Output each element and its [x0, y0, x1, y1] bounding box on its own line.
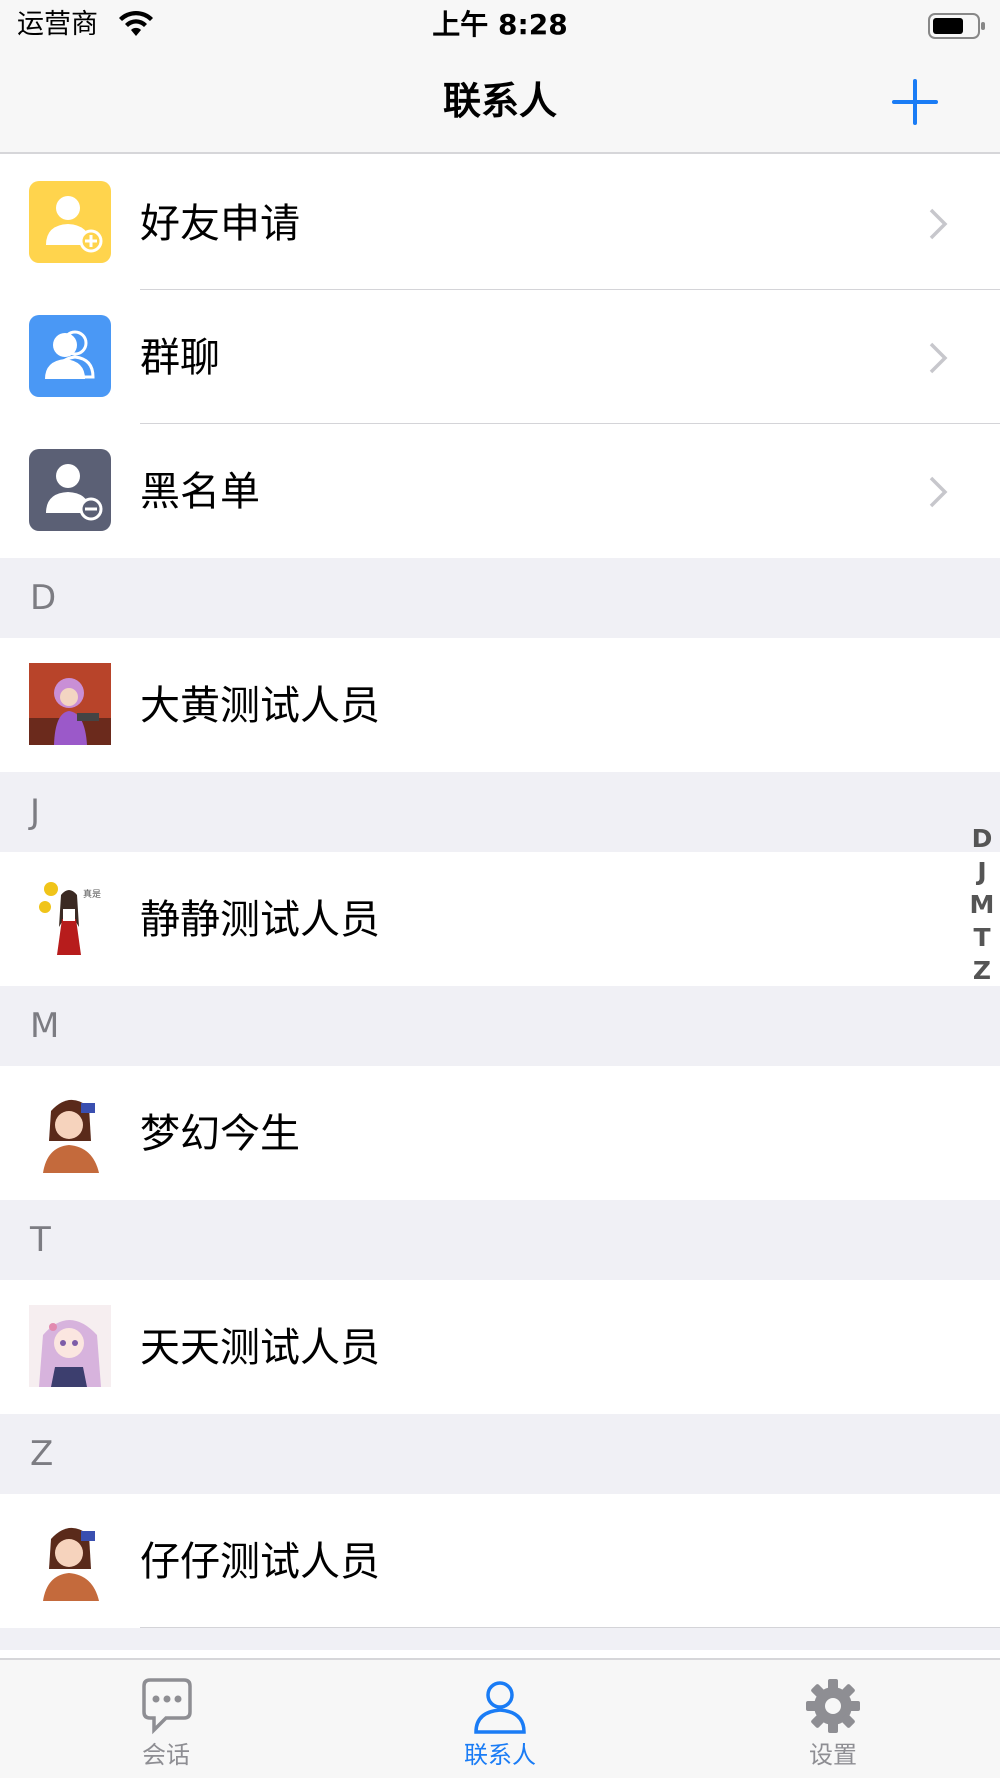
section-letter: D: [30, 578, 57, 618]
tab-conversations[interactable]: 会话: [76, 1660, 256, 1778]
svg-text:真是: 真是: [83, 888, 101, 900]
list-footer: [0, 1628, 1000, 1650]
tab-bar: 会话 联系人 设置: [0, 1658, 1000, 1778]
friend-request-icon: [29, 181, 111, 263]
menu-item-blacklist[interactable]: 黑名单: [0, 424, 1000, 558]
chat-bubble-icon: [142, 1678, 192, 1735]
gear-icon: [806, 1679, 860, 1733]
tab-contacts[interactable]: 联系人: [410, 1660, 590, 1778]
section-letter: J: [30, 792, 41, 832]
contact-name: 仔仔测试人员: [140, 1539, 380, 1585]
contact-name: 天天测试人员: [140, 1325, 380, 1371]
chevron-right-icon: [929, 476, 948, 508]
battery-icon: [928, 13, 985, 39]
avatar: [29, 1305, 111, 1387]
contacts-list: 好友申请 群聊 黑名单 D 大黄测试人员 J 真是 静静测试人员 M 梦幻今生 …: [0, 156, 1000, 1650]
navigation-bar: 联系人: [0, 50, 1000, 154]
menu-item-label: 好友申请: [140, 201, 300, 247]
tab-label: 联系人: [464, 1741, 536, 1769]
blacklist-icon: [29, 449, 111, 531]
contact-name: 静静测试人员: [140, 897, 380, 943]
person-icon: [474, 1681, 526, 1734]
avatar: 真是: [29, 877, 111, 959]
menu-item-label: 群聊: [140, 335, 220, 381]
page-title: 联系人: [442, 79, 557, 123]
section-header-m: M: [0, 986, 1000, 1066]
avatar: [29, 1519, 111, 1601]
section-header-z: Z: [0, 1414, 1000, 1494]
section-letter: Z: [30, 1434, 54, 1474]
status-time: 上午 8:28: [432, 8, 568, 41]
tab-settings[interactable]: 设置: [743, 1660, 923, 1778]
menu-item-friend-requests[interactable]: 好友申请: [0, 156, 1000, 290]
divider: [140, 1627, 1000, 1628]
contact-row[interactable]: 大黄测试人员: [0, 638, 1000, 772]
contact-row[interactable]: 梦幻今生: [0, 1066, 1000, 1200]
index-letter-t[interactable]: T: [960, 921, 1000, 954]
tab-label: 设置: [809, 1741, 857, 1769]
add-contact-button[interactable]: [890, 77, 940, 127]
menu-item-group-chats[interactable]: 群聊: [0, 290, 1000, 424]
section-header-t: T: [0, 1200, 1000, 1280]
section-header-j: J: [0, 772, 1000, 852]
section-header-d: D: [0, 558, 1000, 638]
contact-row[interactable]: 天天测试人员: [0, 1280, 1000, 1414]
avatar: [29, 663, 111, 745]
section-index[interactable]: D J M T Z: [960, 822, 1000, 987]
chevron-right-icon: [929, 208, 948, 240]
index-letter-j[interactable]: J: [960, 855, 1000, 888]
group-chat-icon: [29, 315, 111, 397]
contact-row[interactable]: 仔仔测试人员: [0, 1494, 1000, 1628]
section-letter: M: [30, 1006, 60, 1046]
contact-name: 梦幻今生: [140, 1111, 300, 1157]
tab-label: 会话: [142, 1741, 190, 1769]
menu-item-label: 黑名单: [140, 469, 260, 515]
contact-name: 大黄测试人员: [140, 683, 380, 729]
index-letter-d[interactable]: D: [960, 822, 1000, 855]
index-letter-m[interactable]: M: [960, 888, 1000, 921]
chevron-right-icon: [929, 342, 948, 374]
status-bar: 运营商 上午 8:28: [0, 0, 1000, 50]
section-letter: T: [30, 1220, 51, 1260]
index-letter-z[interactable]: Z: [960, 954, 1000, 987]
avatar: [29, 1091, 111, 1173]
contact-row[interactable]: 真是 静静测试人员: [0, 852, 1000, 986]
